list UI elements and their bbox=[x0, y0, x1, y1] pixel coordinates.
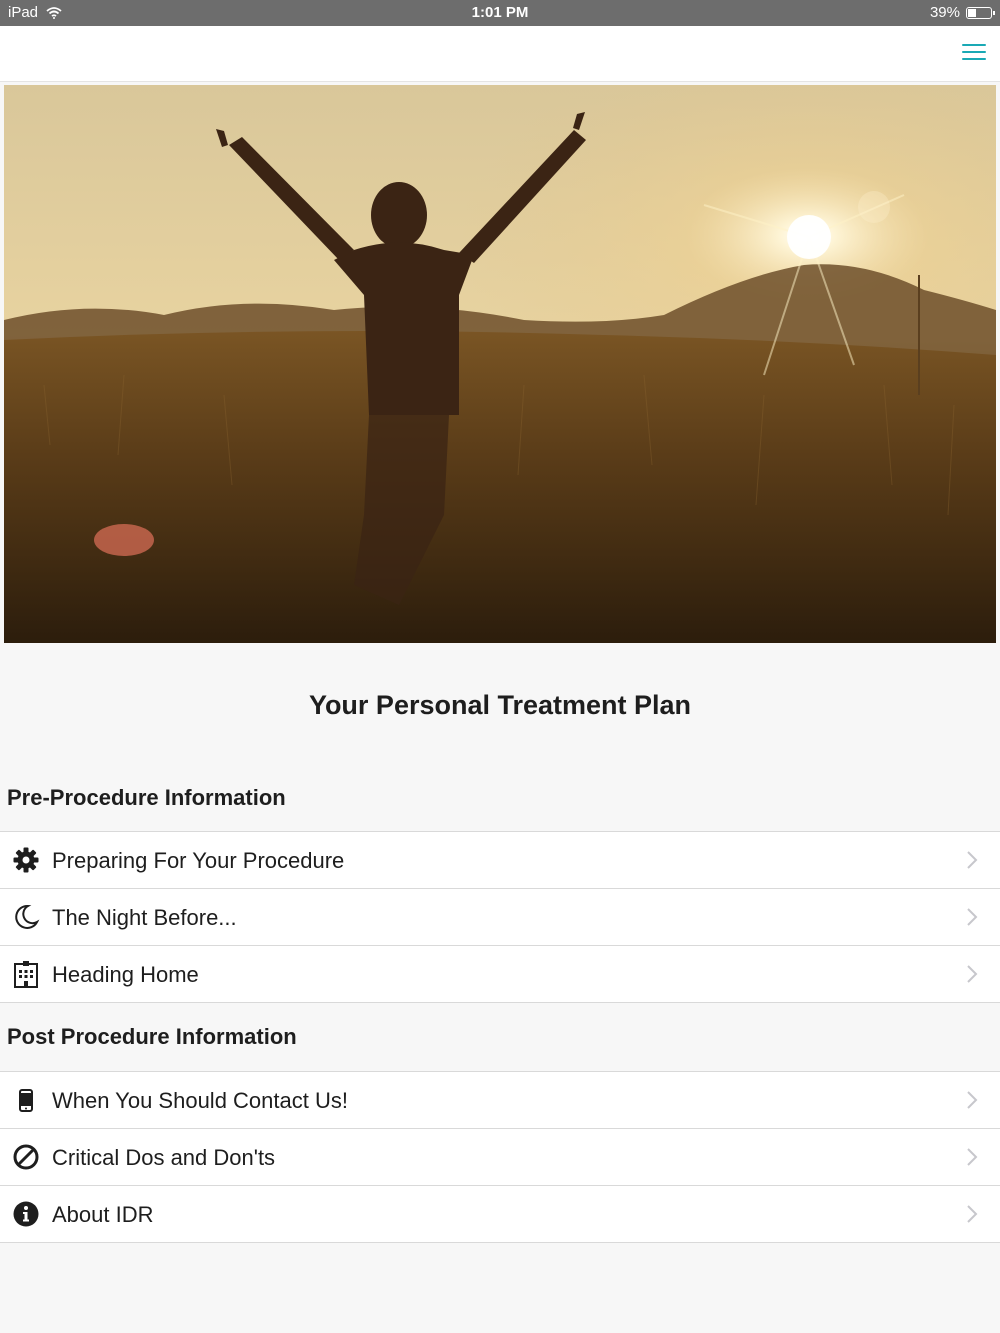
list-item-label: About IDR bbox=[52, 1202, 154, 1227]
pre-procedure-list: Preparing For Your Procedure The Night B… bbox=[0, 831, 1000, 1003]
nav-bar bbox=[0, 26, 1000, 82]
list-item-night-before[interactable]: The Night Before... bbox=[0, 888, 1000, 945]
list-item-about[interactable]: About IDR bbox=[0, 1185, 1000, 1243]
status-time: 1:01 PM bbox=[471, 4, 529, 21]
battery-percent: 39% bbox=[929, 4, 960, 21]
list-item-heading-home[interactable]: Heading Home bbox=[0, 945, 1000, 1003]
chevron-right-icon bbox=[967, 851, 978, 869]
mobile-phone-icon bbox=[19, 1089, 33, 1112]
list-item-preparing[interactable]: Preparing For Your Procedure bbox=[0, 831, 1000, 888]
status-bar: iPad 1:01 PM 39% bbox=[0, 0, 1000, 26]
gear-icon bbox=[13, 847, 39, 873]
hero-image bbox=[4, 85, 996, 643]
section-header-post-procedure: Post Procedure Information bbox=[7, 1024, 297, 1049]
battery-icon bbox=[966, 6, 995, 19]
list-item-label: When You Should Contact Us! bbox=[52, 1088, 348, 1113]
list-item-label: The Night Before... bbox=[52, 905, 237, 930]
chevron-right-icon bbox=[967, 908, 978, 926]
section-header-pre-procedure: Pre-Procedure Information bbox=[7, 785, 286, 810]
prohibited-icon bbox=[13, 1144, 39, 1170]
chevron-right-icon bbox=[967, 1205, 978, 1223]
status-right: 39% bbox=[929, 4, 995, 21]
list-item-dos-donts[interactable]: Critical Dos and Don'ts bbox=[0, 1128, 1000, 1185]
hamburger-menu-icon[interactable] bbox=[962, 44, 986, 64]
chevron-right-icon bbox=[967, 1148, 978, 1166]
moon-icon bbox=[15, 904, 40, 929]
hospital-building-icon bbox=[14, 961, 38, 988]
list-item-contact-us[interactable]: When You Should Contact Us! bbox=[0, 1071, 1000, 1128]
post-procedure-list: When You Should Contact Us! Critical Dos… bbox=[0, 1071, 1000, 1243]
page-title: Your Personal Treatment Plan bbox=[308, 690, 692, 720]
hero-illustration bbox=[4, 85, 996, 643]
list-item-label: Heading Home bbox=[52, 962, 199, 987]
list-item-label: Critical Dos and Don'ts bbox=[52, 1145, 276, 1170]
chevron-right-icon bbox=[967, 1091, 978, 1109]
chevron-right-icon bbox=[967, 965, 978, 983]
list-item-label: Preparing For Your Procedure bbox=[52, 848, 345, 873]
info-icon bbox=[13, 1201, 39, 1227]
